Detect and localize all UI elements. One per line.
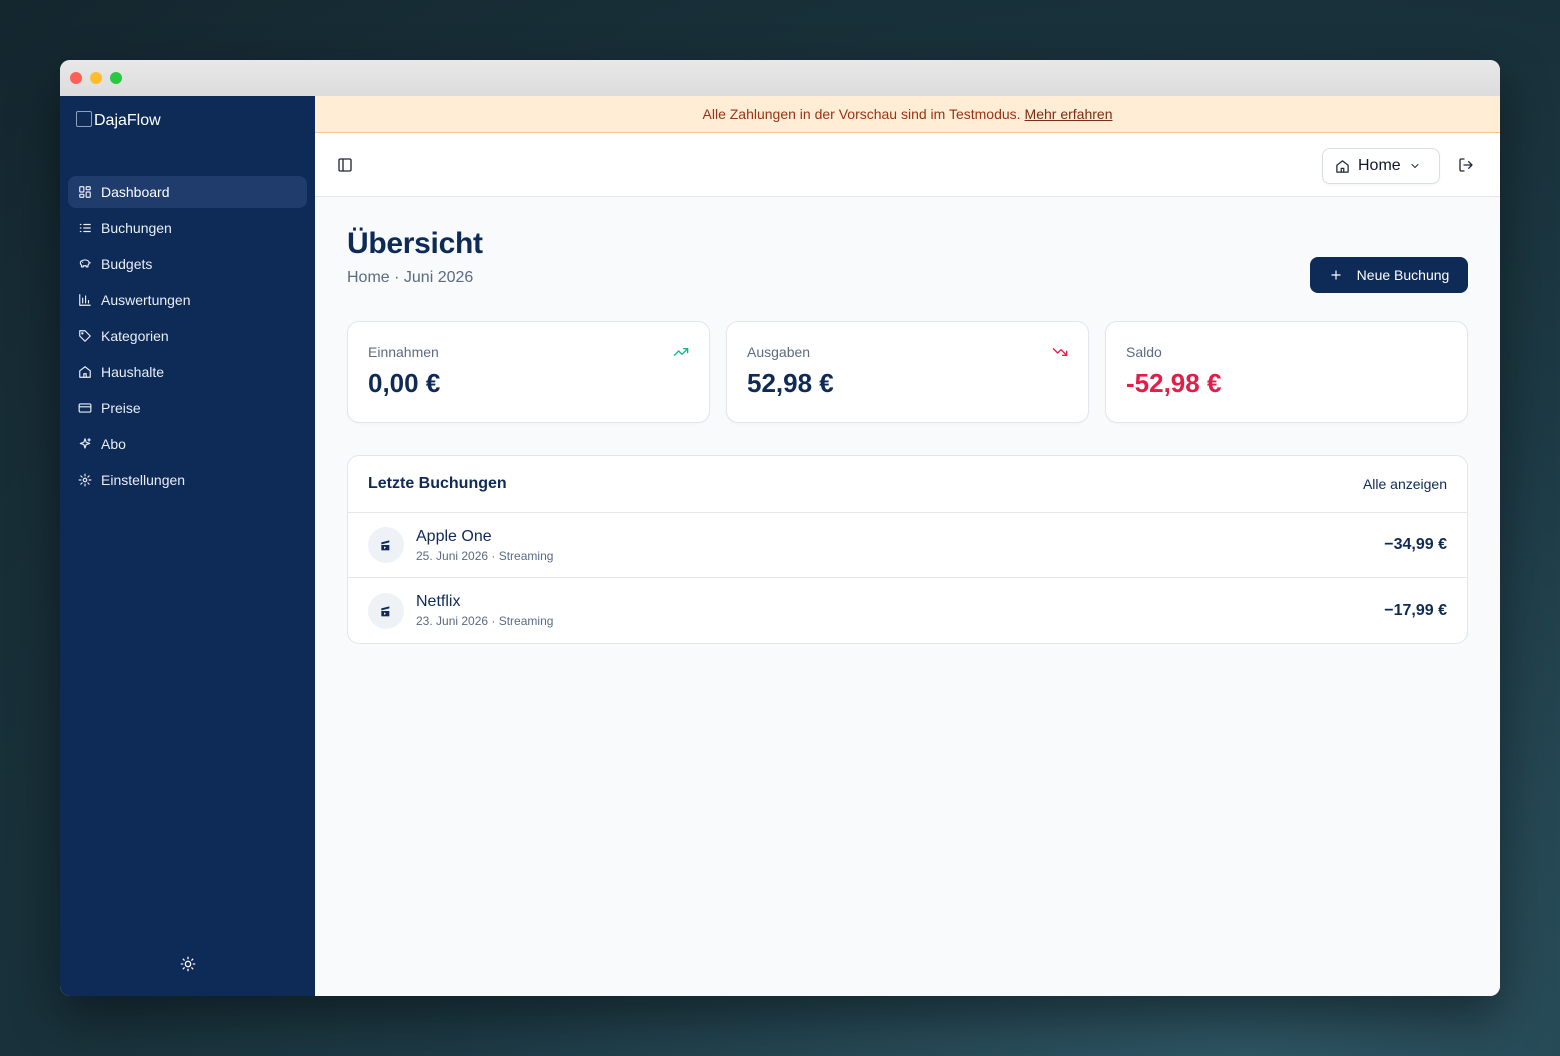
booking-amount: −17,99 € (1384, 601, 1447, 619)
gear-icon (78, 473, 92, 487)
stat-card-income: Einnahmen 0,00 € (347, 321, 710, 423)
sidebar-item-kategorien[interactable]: Kategorien (68, 320, 307, 352)
maximize-window-button[interactable] (110, 72, 122, 84)
banner-learn-more-link[interactable]: Mehr erfahren (1025, 106, 1113, 122)
page-subtitle: Home · Juni 2026 (347, 269, 474, 286)
booking-meta: 25. Juni 2026 · Streaming (416, 548, 554, 563)
show-all-link[interactable]: Alle anzeigen (1363, 476, 1447, 492)
credit-card-icon (78, 403, 92, 413)
stat-value: -52,98 € (1126, 368, 1222, 398)
broken-image-icon (76, 111, 92, 127)
streaming-icon (368, 527, 404, 563)
panel-title: Letzte Buchungen (368, 475, 507, 492)
booking-title: Netflix (416, 593, 461, 610)
sidebar-item-budgets[interactable]: Budgets (68, 248, 307, 280)
list-icon (79, 223, 91, 233)
panel-header: Letzte Buchungen Alle anzeigen (348, 456, 1467, 513)
piggy-bank-icon (79, 259, 91, 268)
dashboard-content: Übersicht Home · Juni 2026 Neue Buchung … (347, 197, 1468, 644)
sidebar-item-preise[interactable]: Preise (68, 392, 307, 424)
sidebar-item-label: Auswertungen (101, 292, 191, 308)
sidebar-nav: Dashboard Buchungen Budgets Auswertungen… (68, 176, 307, 500)
stat-value: 52,98 € (747, 368, 834, 398)
banner-text: Alle Zahlungen in der Vorschau sind im T… (702, 106, 1021, 122)
tag-icon (79, 330, 91, 342)
sidebar-item-label: Haushalte (101, 364, 165, 380)
booking-row[interactable]: Apple One 25. Juni 2026 · Streaming −34,… (348, 513, 1467, 578)
sidebar-item-haushalte[interactable]: Haushalte (68, 356, 307, 388)
logo-alt-text: DajaFlow (94, 112, 161, 129)
minimize-window-button[interactable] (90, 72, 102, 84)
plus-icon (1331, 270, 1341, 280)
sidebar-item-auswertungen[interactable]: Auswertungen (68, 284, 307, 316)
test-mode-banner: Alle Zahlungen in der Vorschau sind im T… (315, 96, 1500, 133)
sun-icon (180, 956, 195, 972)
recent-bookings-panel: Letzte Buchungen Alle anzeigen Apple One… (347, 455, 1468, 644)
window-titlebar (60, 60, 1500, 96)
logout-icon (1459, 158, 1473, 172)
sparkles-icon (79, 438, 91, 449)
sidebar-item-label: Buchungen (101, 220, 172, 236)
household-select-value: Home (1358, 157, 1401, 174)
sidebar-item-label: Kategorien (101, 328, 169, 344)
stat-label: Ausgaben (747, 344, 811, 360)
sidebar-item-label: Budgets (101, 256, 153, 272)
logout-button[interactable] (1458, 157, 1474, 173)
sidebar-item-dashboard[interactable]: Dashboard (68, 176, 307, 208)
streaming-icon (368, 592, 404, 629)
stat-label: Saldo (1126, 344, 1162, 360)
sidebar-item-buchungen[interactable]: Buchungen (68, 212, 307, 244)
sidebar-item-label: Einstellungen (101, 472, 186, 488)
sidebar-item-label: Abo (101, 436, 126, 452)
stat-card-balance: Saldo -52,98 € (1105, 321, 1468, 423)
booking-amount: −34,99 € (1384, 536, 1447, 553)
trending-up-icon (673, 344, 689, 360)
new-booking-label: Neue Buchung (1356, 267, 1450, 283)
home-icon (1336, 159, 1349, 173)
stat-card-expenses: Ausgaben 52,98 € (726, 321, 1089, 423)
sidebar-item-label: Preise (101, 400, 141, 416)
close-window-button[interactable] (70, 72, 82, 84)
panel-left-icon (338, 158, 352, 172)
main-area: Alle Zahlungen in der Vorschau sind im T… (315, 96, 1500, 996)
page-title: Übersicht (347, 227, 483, 260)
booking-title: Apple One (416, 527, 492, 545)
sidebar-item-abo[interactable]: Abo (68, 428, 307, 460)
new-booking-button[interactable]: Neue Buchung (1310, 257, 1468, 293)
dashboard-icon (79, 186, 91, 198)
booking-row[interactable]: Netflix 23. Juni 2026 · Streaming −17,99… (348, 578, 1467, 643)
household-select[interactable]: Home (1322, 148, 1440, 184)
sidebar-toggle-button[interactable] (337, 157, 353, 173)
logo[interactable]: DajaFlow (76, 111, 161, 130)
bar-chart-icon (79, 294, 91, 306)
topbar: Home (315, 133, 1500, 197)
stat-label: Einnahmen (368, 344, 439, 360)
booking-meta: 23. Juni 2026 · Streaming (416, 614, 554, 628)
sidebar: DajaFlow Dashboard Buchungen Budgets Aus… (60, 96, 315, 996)
sidebar-item-label: Dashboard (101, 184, 170, 200)
trending-down-icon (1052, 344, 1068, 360)
home-icon (79, 366, 91, 378)
app-window: DajaFlow Dashboard Buchungen Budgets Aus… (60, 60, 1500, 996)
stats-row: Einnahmen 0,00 € Ausgaben 52,98 € Saldo … (347, 321, 1468, 423)
theme-toggle-button[interactable] (180, 956, 196, 972)
sidebar-item-einstellungen[interactable]: Einstellungen (68, 464, 307, 496)
chevron-down-icon (1411, 164, 1419, 168)
stat-value: 0,00 € (368, 368, 441, 398)
